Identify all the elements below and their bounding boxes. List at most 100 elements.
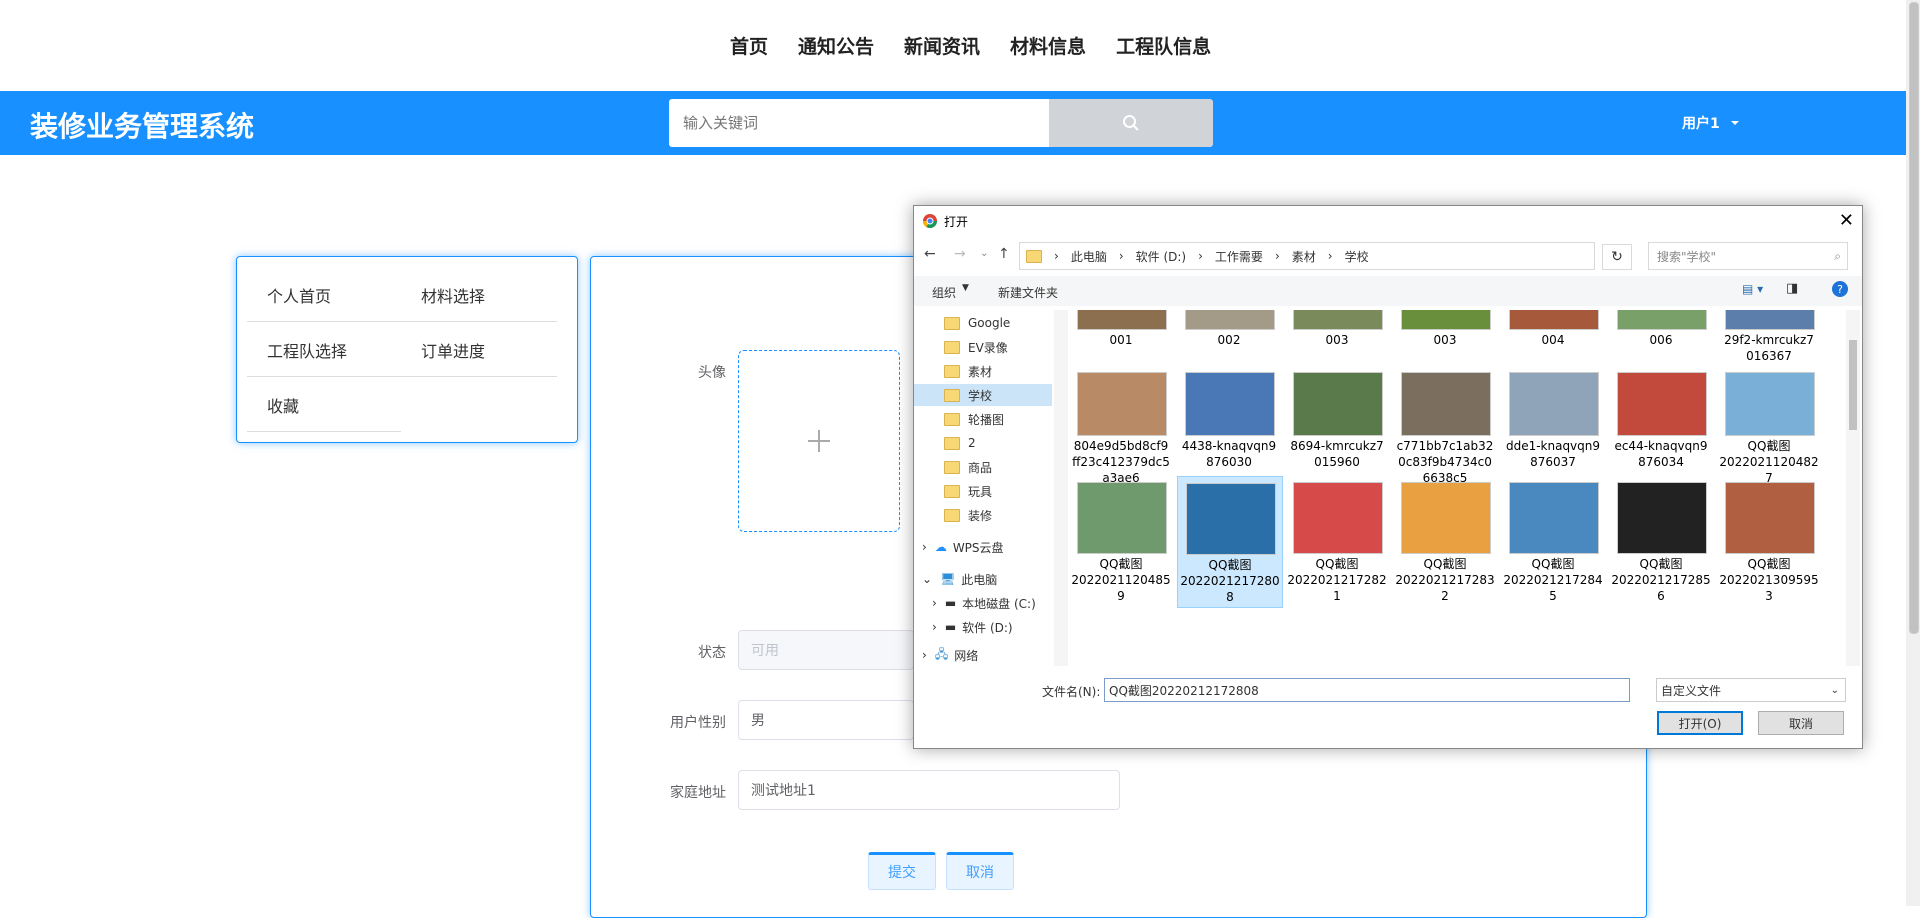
nav-item-label: 本地磁盘 (C:) [962,596,1036,611]
back-icon[interactable]: ← [924,246,936,262]
cancel-button[interactable]: 取消 [946,852,1014,890]
nav-drive-d[interactable]: › ▬ 软件 (D:) [932,616,1013,638]
scrollbar-thumb[interactable] [1849,340,1857,430]
thumbnail-image [1617,372,1707,436]
nav-folder-school[interactable]: 学校 [914,384,1052,406]
nav-folder-label: 轮播图 [968,412,1005,427]
breadcrumb-item[interactable]: 此电脑 [1071,248,1107,265]
forward-icon[interactable]: → [954,246,966,262]
file-label: QQ截图 2022021217285 6 [1611,557,1711,603]
dialog-search-placeholder: 搜索"学校" [1657,249,1717,264]
page-scrollbar[interactable] [1906,0,1920,906]
recent-dropdown-icon[interactable]: ⌄ [980,248,988,259]
breadcrumb-item[interactable]: 素材 [1292,248,1316,265]
nav-link-materials[interactable]: 材料信息 [1010,32,1086,59]
nav-link-home[interactable]: 首页 [730,32,768,59]
thumbnail-image [1401,372,1491,436]
view-options-icon[interactable]: ▤ ▾ [1742,282,1763,296]
nav-network[interactable]: › 🖧 网络 [922,644,978,666]
file-item[interactable]: QQ截图 2022021217282 1 [1285,476,1389,606]
file-label: QQ截图 2022021217284 5 [1503,557,1603,603]
thumbnail-image [1725,310,1815,330]
nav-folder-carousel[interactable]: 轮播图 [944,408,1004,430]
sidebar-item-orders[interactable]: 订单进度 [421,338,485,362]
organize-menu[interactable]: 组织 [932,284,956,301]
user-menu[interactable]: 用户1 [1682,113,1740,133]
file-item[interactable]: QQ截图 2022021217284 5 [1501,476,1605,606]
help-icon[interactable]: ? [1832,281,1848,297]
file-label: 004 [1541,333,1565,347]
divider [247,376,557,377]
address-label: 家庭地址 [670,785,726,801]
sidebar-item-teams[interactable]: 工程队选择 [267,338,347,362]
nav-folder-2[interactable]: 2 [944,432,976,454]
file-item[interactable]: 8694-kmrcukz7 015960 [1285,372,1389,488]
caret-down-icon: ▼ [962,283,969,293]
gender-select[interactable]: 男 [738,700,914,740]
file-item[interactable]: ec44-knaqvqn9 876034 [1609,372,1713,488]
files-scrollbar[interactable] [1846,310,1860,666]
address-bar[interactable]: › 此电脑 › 软件 (D:) › 工作需要 › 素材 › 学校 [1019,242,1595,270]
header-bar: 装修业务管理系统 用户1 [0,91,1906,155]
nav-link-news[interactable]: 新闻资讯 [904,32,980,59]
close-icon[interactable]: ✕ [1839,210,1854,231]
breadcrumb-item[interactable]: 工作需要 [1215,248,1263,265]
network-icon: 🖧 [934,646,949,661]
nav-folder-decoration[interactable]: 装修 [944,504,992,526]
file-item[interactable]: 4438-knaqvqn9 876030 [1177,372,1281,488]
file-item[interactable]: c771bb7c1ab32 0c83f9b4734c0 6638c5 [1393,372,1497,488]
search-input[interactable] [681,99,1045,147]
sidebar-item-materials[interactable]: 材料选择 [421,283,485,307]
dialog-cancel-button[interactable]: 取消 [1758,711,1844,735]
file-label: 29f2-kmrcukz7 016367 [1724,333,1814,363]
preview-pane-icon[interactable]: ◨ [1786,281,1798,296]
site-title: 装修业务管理系统 [30,110,255,143]
nav-folder-toys[interactable]: 玩具 [944,480,992,502]
search-button[interactable] [1049,99,1213,147]
file-item[interactable]: QQ截图 2022021120482 7 [1717,372,1821,488]
file-item[interactable]: QQ截图 2022021217285 6 [1609,476,1713,606]
file-item[interactable]: QQ截图 2022021120485 9 [1069,476,1173,606]
nav-link-notice[interactable]: 通知公告 [798,32,874,59]
file-label: 006 [1649,333,1673,347]
sidebar-item-profile[interactable]: 个人首页 [267,283,331,307]
dialog-search-input[interactable]: 搜索"学校" ⌕ [1648,242,1848,270]
up-icon[interactable]: ↑ [998,246,1010,262]
thumbnail-image [1509,482,1599,554]
refresh-icon[interactable]: ↻ [1602,244,1632,270]
nav-link-teams[interactable]: 工程队信息 [1116,32,1211,59]
file-item[interactable]: QQ截图 2022021309595 3 [1717,476,1821,606]
filetype-select[interactable]: 自定义文件 ⌄ [1656,678,1846,702]
nav-drive-c[interactable]: › ▬ 本地磁盘 (C:) [932,592,1036,614]
nav-wps-cloud[interactable]: › ☁ WPS云盘 [922,536,1004,558]
address-input[interactable]: 测试地址1 [738,770,1120,810]
file-label: QQ截图 2022021309595 3 [1719,557,1819,603]
file-label: QQ截图 2022021217282 1 [1287,557,1387,603]
nav-item-label: WPS云盘 [952,540,1004,555]
folder-icon [944,436,960,450]
nav-folder-google[interactable]: Google [944,312,1010,334]
nav-folder-material[interactable]: 素材 [944,360,992,382]
open-button[interactable]: 打开(O) [1657,711,1743,735]
avatar-upload[interactable] [738,350,900,532]
filename-input[interactable]: QQ截图20220212172808 [1104,678,1630,702]
breadcrumb-item[interactable]: 软件 (D:) [1136,248,1186,265]
sidebar-item-favorites[interactable]: 收藏 [267,393,299,417]
file-item[interactable]: dde1-knaqvqn9 876037 [1501,372,1605,488]
scrollbar-thumb[interactable] [1909,2,1919,634]
submit-button[interactable]: 提交 [868,852,936,890]
nav-folder-ev[interactable]: EV录像 [944,336,1008,358]
breadcrumb-item[interactable]: 学校 [1345,248,1369,265]
file-item[interactable]: QQ截图 2022021217283 2 [1393,476,1497,606]
folder-icon [944,316,960,330]
nav-scrollbar[interactable] [1054,310,1068,666]
file-label: 8694-kmrcukz7 015960 [1290,439,1384,469]
thumbnail-image [1186,483,1276,555]
chevron-down-icon: ⌄ [1830,684,1839,696]
nav-this-pc[interactable]: ⌄ 🖥 此电脑 [922,568,997,590]
file-grid: 001 002 003 003 004 006 29f2-kmrcukz7 016367 80… [1069,310,1845,666]
new-folder-button[interactable]: 新建文件夹 [998,284,1058,301]
file-item[interactable]: QQ截图 2022021217280 8 [1177,476,1283,608]
file-item[interactable]: 804e9d5bd8cf9 ff23c412379dc5 a3ae6 [1069,372,1173,488]
nav-folder-goods[interactable]: 商品 [944,456,992,478]
